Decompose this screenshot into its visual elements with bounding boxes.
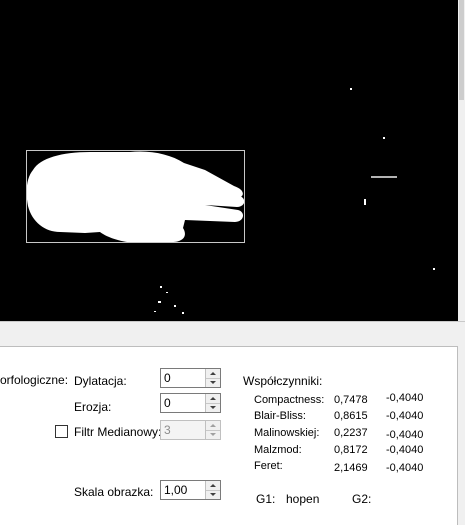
coef-value: 0,8172 — [334, 444, 368, 456]
arrow-up-icon — [210, 372, 216, 375]
coef-name: Feret: — [254, 460, 283, 472]
median-value: 3 — [164, 423, 171, 437]
coef-value: 0,8615 — [334, 410, 368, 422]
scrollbar-thumb[interactable] — [459, 0, 464, 100]
noise-speck — [364, 199, 366, 205]
scale-value[interactable]: 1,00 — [164, 483, 187, 497]
erosion-label: Erozja: — [74, 400, 112, 414]
controls-panel: orfologiczne: Dylatacja: 0 Erozja: 0 Fil… — [0, 346, 458, 525]
image-scrollbar[interactable] — [458, 0, 465, 321]
coef-ref: -0,4040 — [386, 410, 424, 422]
g1-value: hopen — [286, 492, 320, 506]
noise-speck — [383, 137, 385, 139]
arrow-down-icon — [210, 493, 216, 496]
divider — [0, 321, 465, 322]
g1-label: G1: — [256, 492, 276, 506]
dilation-spin[interactable] — [205, 369, 220, 387]
median-spin — [205, 421, 220, 439]
coefficients-title: Współczynniki: — [243, 374, 323, 388]
dilation-value[interactable]: 0 — [164, 371, 171, 385]
coef-name: Compactness: — [254, 394, 325, 406]
coef-ref: -0,4040 — [386, 462, 424, 474]
coef-name: Malinowskiej: — [254, 427, 320, 439]
coef-value: 0,7478 — [334, 394, 368, 406]
noise-speck — [158, 301, 161, 303]
erosion-stepper[interactable]: 0 — [160, 393, 221, 413]
dilation-label: Dylatacja: — [74, 374, 127, 388]
noise-speck — [371, 176, 397, 178]
scale-spin[interactable] — [205, 481, 220, 499]
spin-down-button[interactable] — [206, 490, 220, 499]
erosion-value[interactable]: 0 — [164, 396, 171, 410]
spin-down-button — [206, 430, 220, 439]
noise-speck — [154, 311, 156, 312]
coef-value: 2,1469 — [334, 462, 368, 474]
arrow-up-icon — [210, 424, 216, 427]
coef-value: 0,2237 — [334, 427, 368, 439]
spin-down-button[interactable] — [206, 378, 220, 387]
noise-speck — [160, 286, 162, 288]
noise-speck — [174, 305, 176, 307]
noise-speck — [433, 268, 435, 270]
scale-stepper[interactable]: 1,00 — [160, 480, 221, 500]
coef-name: Malzmod: — [254, 444, 302, 456]
coef-name: Blair-Bliss: — [254, 410, 306, 422]
coef-ref: -0,4040 — [386, 392, 424, 404]
dilation-stepper[interactable]: 0 — [160, 368, 221, 388]
median-filter-label: Filtr Medianowy: — [74, 425, 162, 439]
scale-label: Skala obrazka: — [74, 485, 154, 499]
arrow-up-icon — [210, 484, 216, 487]
bounding-box — [26, 150, 245, 243]
g2-label: G2: — [352, 492, 372, 506]
noise-speck — [182, 312, 184, 314]
median-stepper: 3 — [160, 420, 221, 440]
arrow-down-icon — [210, 406, 216, 409]
coef-ref: -0,4040 — [386, 444, 424, 456]
noise-speck — [166, 292, 168, 293]
median-filter-checkbox[interactable] — [55, 425, 68, 438]
spin-down-button[interactable] — [206, 403, 220, 412]
coef-ref: -0,4040 — [386, 429, 424, 441]
image-canvas — [0, 0, 458, 321]
noise-speck — [350, 88, 352, 90]
arrow-up-icon — [210, 397, 216, 400]
erosion-spin[interactable] — [205, 394, 220, 412]
arrow-down-icon — [210, 433, 216, 436]
arrow-down-icon — [210, 381, 216, 384]
morph-group-label: orfologiczne: — [0, 373, 69, 387]
